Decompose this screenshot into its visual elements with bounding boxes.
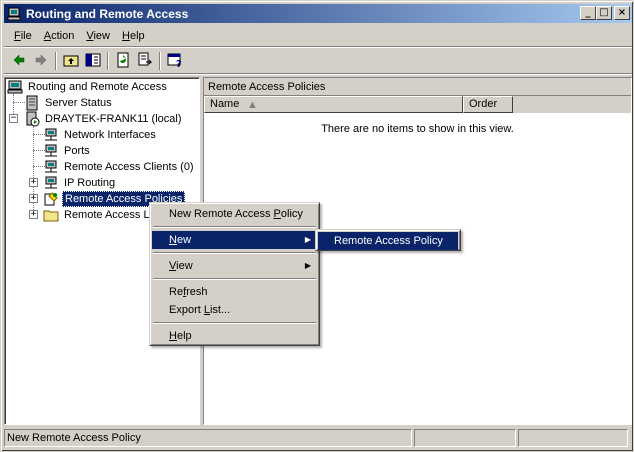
server-icon (24, 95, 40, 111)
up-one-level-button[interactable] (60, 51, 82, 71)
export-list-button[interactable] (134, 51, 156, 71)
tree-item-ports[interactable]: Ports (43, 143, 92, 159)
help-icon: ? (167, 52, 183, 71)
refresh-icon (115, 52, 131, 71)
tree-item-label: Server Status (45, 97, 112, 109)
menu-item-new-remote-access-policy[interactable]: New Remote Access Policy (152, 205, 317, 223)
column-header-name[interactable]: Name ▲ (204, 96, 463, 113)
menu-item-new[interactable]: New ▶ (152, 231, 317, 249)
help-button[interactable]: ? (164, 51, 186, 71)
refresh-button[interactable] (112, 51, 134, 71)
toolbar-separator (55, 52, 57, 70)
new-submenu: Remote Access Policy (315, 229, 461, 251)
status-text: New Remote Access Policy (4, 429, 412, 447)
folder-icon (43, 207, 59, 223)
details-title: Remote Access Policies (204, 78, 631, 96)
show-hide-tree-icon (85, 52, 101, 71)
menu-bar: File Action View Help (4, 25, 632, 47)
tree-root[interactable]: Routing and Remote Access (7, 79, 169, 95)
computer-icon (6, 6, 22, 22)
tree-item-label: Remote Access Clients (0) (64, 161, 194, 173)
column-headers: Name ▲ Order (204, 96, 631, 113)
menu-action[interactable]: Action (38, 30, 81, 42)
menu-separator (153, 226, 316, 228)
tree-item-label: Remote Access Lo (64, 209, 156, 221)
menu-separator (153, 278, 316, 280)
collapse-toggle[interactable]: − (9, 114, 18, 123)
tree-item-label: Network Interfaces (64, 129, 156, 141)
submenu-arrow-icon: ▶ (304, 261, 311, 270)
up-folder-icon (63, 52, 79, 71)
forward-arrow-icon (33, 52, 49, 71)
menu-item-view[interactable]: View ▶ (152, 257, 317, 275)
tree-root-label: Routing and Remote Access (28, 81, 167, 93)
menu-item-help[interactable]: Help (152, 327, 317, 345)
maximize-button[interactable]: □ (596, 6, 612, 20)
tree-item-network-interfaces[interactable]: Network Interfaces (43, 127, 158, 143)
network-icon (43, 143, 59, 159)
close-button[interactable]: × (614, 6, 630, 20)
network-icon (43, 175, 59, 191)
menu-separator (153, 252, 316, 254)
network-icon (43, 159, 59, 175)
toolbar-separator (107, 52, 109, 70)
tree-item-label: DRAYTEK-FRANK11 (local) (45, 113, 182, 125)
policy-icon (43, 191, 59, 207)
back-button[interactable] (8, 51, 30, 71)
tree-item-server[interactable]: DRAYTEK-FRANK11 (local) (24, 111, 184, 127)
menu-file[interactable]: File (8, 30, 38, 42)
empty-list-message: There are no items to show in this view. (321, 123, 514, 135)
toolbar: ? (4, 49, 632, 74)
title-bar[interactable]: Routing and Remote Access _ □ × (4, 4, 632, 23)
forward-button[interactable] (30, 51, 52, 71)
back-arrow-icon (11, 52, 27, 71)
app-window: Routing and Remote Access _ □ × File Act… (0, 0, 634, 452)
menu-help[interactable]: Help (116, 30, 151, 42)
expand-toggle[interactable]: + (29, 178, 38, 187)
menu-item-export-list[interactable]: Export List... (152, 301, 317, 319)
tree-item-remote-access-clients[interactable]: Remote Access Clients (0) (43, 159, 196, 175)
submenu-arrow-icon: ▶ (304, 235, 311, 244)
menu-separator (153, 322, 316, 324)
export-list-icon (137, 52, 153, 71)
tree-item-server-status[interactable]: Server Status (24, 95, 114, 111)
menu-view[interactable]: View (80, 30, 116, 42)
tree-item-remote-access-logging[interactable]: Remote Access Lo (43, 207, 158, 223)
tree-item-ip-routing[interactable]: IP Routing (43, 175, 117, 191)
submenu-item-remote-access-policy[interactable]: Remote Access Policy (318, 232, 458, 250)
tree-item-label: Ports (64, 145, 90, 157)
status-panel (518, 429, 628, 447)
toolbar-separator (159, 52, 161, 70)
expand-toggle[interactable]: + (29, 210, 38, 219)
status-panel (414, 429, 516, 447)
computer-icon (7, 79, 23, 95)
tree-item-label: IP Routing (64, 177, 116, 189)
context-menu: New Remote Access Policy New ▶ View ▶ Re… (149, 202, 320, 346)
svg-text:?: ? (176, 59, 182, 68)
network-icon (43, 127, 59, 143)
sort-ascending-icon: ▲ (247, 99, 258, 111)
expand-toggle[interactable]: + (29, 194, 38, 203)
minimize-button[interactable]: _ (580, 6, 596, 20)
column-header-order[interactable]: Order (463, 96, 513, 113)
server-running-icon (24, 111, 40, 127)
window-title: Routing and Remote Access (26, 6, 189, 21)
show-hide-tree-button[interactable] (82, 51, 104, 71)
menu-item-refresh[interactable]: Refresh (152, 283, 317, 301)
status-bar: New Remote Access Policy (4, 429, 632, 448)
